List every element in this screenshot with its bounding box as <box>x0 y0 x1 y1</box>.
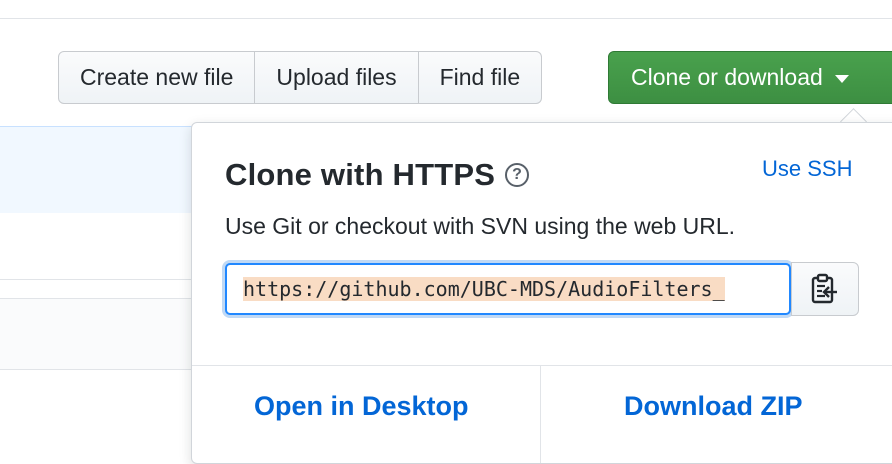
top-divider <box>0 18 892 19</box>
dropdown-divider <box>192 365 892 366</box>
clone-dropdown: Clone with HTTPS ? Use SSH Use Git or ch… <box>191 122 892 464</box>
download-zip-link[interactable]: Download ZIP <box>624 391 803 422</box>
upload-files-button[interactable]: Upload files <box>255 51 419 104</box>
create-new-file-button[interactable]: Create new file <box>58 51 256 104</box>
find-file-button[interactable]: Find file <box>418 51 543 104</box>
open-in-desktop-link[interactable]: Open in Desktop <box>254 391 469 422</box>
dropdown-vertical-divider <box>540 366 541 463</box>
use-ssh-link[interactable]: Use SSH <box>762 156 852 182</box>
file-list-row <box>0 213 200 280</box>
clone-url-input[interactable]: https://github.com/UBC-MDS/AudioFilters_ <box>225 263 791 315</box>
clone-or-download-label: Clone or download <box>631 64 823 90</box>
question-circle-icon[interactable]: ? <box>505 163 530 187</box>
clipboard-icon <box>811 273 837 304</box>
clone-or-download-button[interactable]: Clone or download <box>608 51 892 104</box>
file-list-row <box>0 126 200 214</box>
caret-down-icon <box>834 74 849 83</box>
file-list-row <box>0 298 200 370</box>
file-actions-group: Create new file Upload files Find file <box>58 51 543 104</box>
clone-description: Use Git or checkout with SVN using the w… <box>225 213 736 239</box>
clone-title: Clone with HTTPS ? <box>225 157 530 193</box>
copy-url-button[interactable] <box>791 262 859 316</box>
clone-url-text: https://github.com/UBC-MDS/AudioFilters_ <box>243 277 725 301</box>
clone-title-text: Clone with HTTPS <box>225 157 496 192</box>
